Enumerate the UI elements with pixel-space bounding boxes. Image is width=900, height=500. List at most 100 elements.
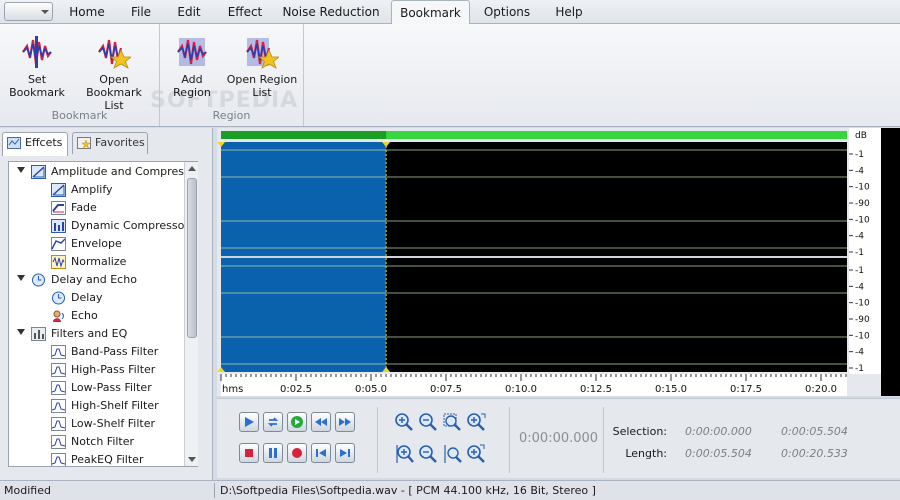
time-label: 0:07.5 (430, 384, 462, 395)
tree-item-label: Delay and Echo (51, 273, 137, 286)
tree-item[interactable]: Normalize (9, 253, 185, 271)
loop-button[interactable] (263, 412, 283, 432)
ribbon: SOFTPEDIA Set Bookmark Open Bookmark Lis… (0, 24, 900, 127)
zoom-reset-button[interactable] (465, 443, 487, 465)
tree-category[interactable]: Delay and Echo (9, 271, 185, 289)
rewind-button[interactable] (311, 412, 331, 432)
selection-label: Selection: (612, 425, 667, 438)
zoom-reset-icon (467, 444, 485, 463)
open-bookmark-list-button[interactable]: Open Bookmark List (72, 34, 156, 112)
open-region-list-button[interactable]: Open Region List (224, 34, 300, 99)
tab-noise-reduction[interactable]: Noise Reduction (280, 0, 382, 24)
record-icon (292, 448, 302, 458)
effects-tree[interactable]: Amplitude and Compressi Amplify Fade Dynami… (8, 161, 198, 467)
scroll-down-icon[interactable] (188, 457, 196, 462)
tab-edit[interactable]: Edit (168, 0, 210, 24)
zoom-full-button[interactable] (465, 411, 487, 433)
record-button[interactable] (287, 443, 307, 463)
channel-divider (221, 256, 847, 258)
tree-item[interactable]: Fade (9, 199, 185, 217)
zoom-vertical-fit-button[interactable] (441, 443, 463, 465)
tree-item[interactable]: Delay (9, 289, 185, 307)
tree-item[interactable]: Dynamic Compressor (9, 217, 189, 235)
zoom-out-icon (419, 413, 437, 431)
stop-icon (245, 449, 253, 457)
waveform-display[interactable]: hms 0:02.5 0:05.0 0:07.5 0:10.0 0:12.5 0:15.0 0… (217, 128, 900, 396)
tab-effects[interactable]: Effcets (2, 132, 68, 156)
time-label: hms (222, 384, 243, 395)
tab-help[interactable]: Help (546, 0, 592, 24)
play-button[interactable] (239, 412, 259, 432)
tree-item[interactable]: High-Pass Filter (9, 361, 185, 379)
zoom-out-vertical-icon (419, 445, 437, 463)
chevron-down-icon (41, 10, 49, 14)
db-header: dB (855, 131, 867, 141)
tree-item-label: High-Shelf Filter (71, 399, 159, 412)
db-label: -10 (855, 299, 870, 309)
selection-region-1[interactable] (221, 142, 387, 256)
tree-item[interactable]: Amplify (9, 181, 185, 199)
tree-item[interactable]: Envelope (9, 235, 185, 253)
play-circle-icon (291, 416, 303, 428)
application-menu-button[interactable] (4, 2, 53, 21)
fast-forward-button[interactable] (335, 412, 355, 432)
add-region-button[interactable]: Add Region (164, 34, 220, 99)
level-meter (881, 128, 900, 396)
db-label: -10 (855, 183, 870, 193)
ribbon-group-title-region: Region (212, 109, 251, 122)
tree-item[interactable]: Notch Filter (9, 433, 185, 451)
pause-button[interactable] (263, 443, 283, 463)
status-bar: Modified D:\Softpedia Files\Softpedia.wa… (0, 480, 900, 500)
transport-panel: 0:00:00.000 Selection: Length: 0:00:00.0… (217, 398, 900, 478)
time-label: 0:02.5 (280, 384, 312, 395)
zoom-in-vertical-button[interactable] (393, 443, 415, 465)
filter-icon (51, 381, 66, 395)
tree-category[interactable]: Amplitude and Compressi (9, 163, 193, 181)
tree-item[interactable]: PeakEQ Filter (9, 451, 185, 466)
tree-item[interactable]: High-Shelf Filter (9, 397, 185, 415)
filter-icon (51, 399, 66, 413)
tree-scrollbar[interactable] (184, 162, 198, 466)
tree-category[interactable]: Filters and EQ (9, 325, 185, 343)
time-label: 0:15.0 (655, 384, 687, 395)
tree-item[interactable]: Low-Shelf Filter (9, 415, 185, 433)
compressor-icon (51, 219, 66, 233)
ribbon-group-region: Add Region Open Region List Region (160, 24, 304, 126)
amplify-icon (51, 183, 66, 197)
go-to-start-button[interactable] (311, 443, 331, 463)
tree-item-label: Low-Shelf Filter (71, 417, 156, 430)
expand-arrow-icon[interactable] (17, 329, 25, 335)
go-to-end-button[interactable] (335, 443, 355, 463)
open-bookmark-list-label-1: Open Bookmark (86, 73, 142, 99)
tree-item-label: Fade (71, 201, 97, 214)
tab-effect[interactable]: Effect (218, 0, 272, 24)
tab-file[interactable]: File (120, 0, 162, 24)
zoom-selection-button[interactable] (441, 411, 463, 433)
scroll-up-icon[interactable] (188, 166, 196, 171)
length-label: Length: (625, 447, 667, 460)
scrollbar-thumb[interactable] (187, 178, 197, 338)
tab-favorites[interactable]: Favorites (72, 132, 148, 154)
zoom-out-vertical-button[interactable] (417, 443, 439, 465)
selection-region-2[interactable] (221, 258, 387, 372)
tree-item[interactable]: Low-Pass Filter (9, 379, 185, 397)
set-bookmark-button[interactable]: Set Bookmark (6, 34, 68, 99)
tree-item[interactable]: Echo (9, 307, 185, 325)
zoom-in-horizontal-button[interactable] (393, 411, 415, 433)
tab-options[interactable]: Options (476, 0, 538, 24)
zoom-out-horizontal-button[interactable] (417, 411, 439, 433)
rewind-icon (315, 418, 327, 426)
expand-arrow-icon[interactable] (17, 275, 25, 281)
waveform-editor[interactable]: hms 0:02.5 0:05.0 0:07.5 0:10.0 0:12.5 0:15.0 0… (217, 128, 900, 396)
db-label: -90 (855, 315, 870, 325)
stop-button[interactable] (239, 443, 259, 463)
zoom-vertical-fit-icon (444, 445, 462, 463)
tab-bookmark[interactable]: Bookmark (391, 0, 470, 25)
tab-home[interactable]: Home (60, 0, 114, 24)
expand-arrow-icon[interactable] (17, 167, 25, 173)
play-selection-button[interactable] (287, 412, 307, 432)
pause-icon (269, 448, 277, 458)
length-selection-value: 0:00:05.504 (685, 447, 752, 460)
tree-item-label: Low-Pass Filter (71, 381, 152, 394)
tree-item[interactable]: Band-Pass Filter (9, 343, 185, 361)
